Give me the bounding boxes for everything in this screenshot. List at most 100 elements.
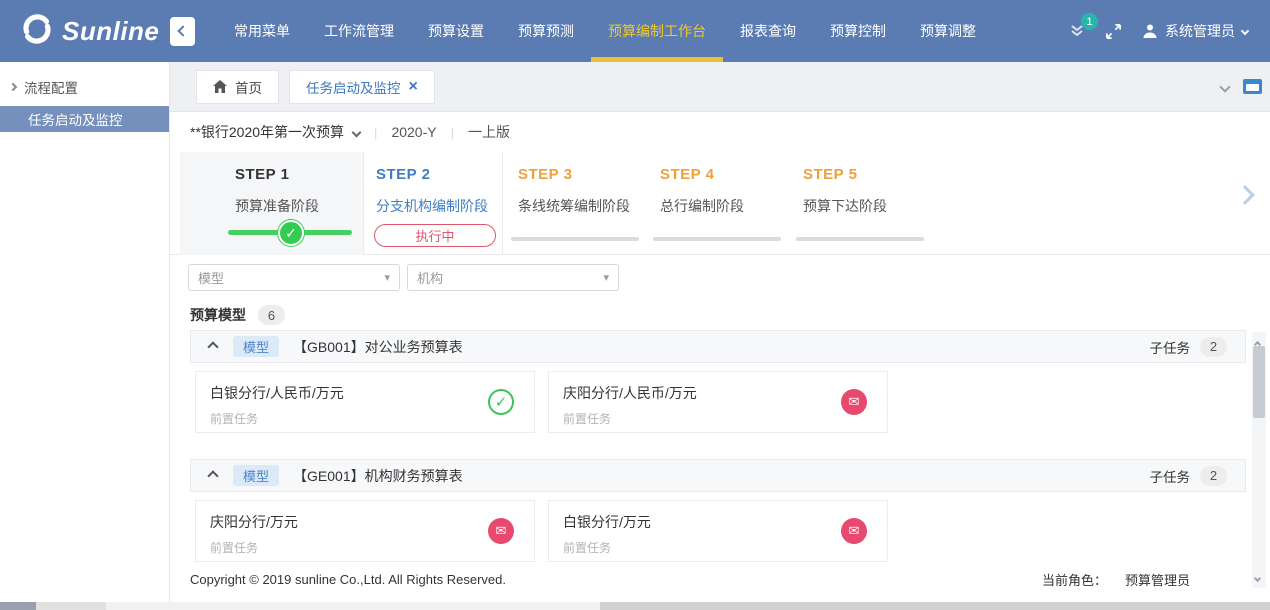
home-icon [213,80,227,93]
step-progress-pending [511,237,639,241]
user-menu[interactable]: 系统管理员 [1142,21,1248,41]
budget-selector[interactable]: **银行2020年第一次预算 [190,122,360,142]
separator: | [451,125,454,140]
vertical-scrollbar[interactable] [1252,332,1266,588]
sidebar-item-label: 任务启动及监控 [28,109,123,129]
card-title: 白银分行/万元 [563,512,873,532]
sidebar-item-process-config[interactable]: 流程配置 [0,74,169,100]
footer: Copyright © 2019 sunline Co.,Ltd. All Ri… [170,564,1270,594]
model-count-badge: 6 [258,305,285,325]
sidebar-item-task-monitor[interactable]: 任务启动及监控 [0,106,169,132]
app-window: Sunline 常用菜单 工作流管理 预算设置 预算预测 预算编制工作台 报表查… [0,0,1270,610]
copyright-text: Copyright © 2019 sunline Co.,Ltd. All Ri… [190,572,506,587]
horizontal-scrollbar[interactable] [0,602,1270,610]
steps-next-button[interactable] [1238,188,1252,207]
tab-task-monitor[interactable]: 任务启动及监控 × [289,70,435,104]
collapse-chevron-icon[interactable] [207,341,218,352]
menu-item-changyong[interactable]: 常用菜单 [217,0,307,62]
subtask-count-badge: 2 [1200,337,1227,357]
menu-item-report-query[interactable]: 报表查询 [723,0,813,62]
card-row: 白银分行/人民币/万元 前置任务 ✓ 庆阳分行/人民币/万元 前置任务 ✉ [190,363,1246,433]
scroll-track-segment [36,602,106,610]
group-title: 【GE001】机构财务预算表 [293,466,463,486]
step-name: 总行编制阶段 [660,196,788,216]
task-card[interactable]: 白银分行/万元 前置任务 ✉ [548,500,888,562]
mail-status-icon: ✉ [488,518,514,544]
step-name: 预算下达阶段 [803,196,930,216]
chevron-down-icon [352,127,362,137]
menu-item-budget-adjust[interactable]: 预算调整 [903,0,993,62]
subtask-label: 子任务 [1150,466,1191,486]
model-section-header: 预算模型 6 [170,300,1270,330]
model-group-ge001: 模型 【GE001】机构财务预算表 子任务 2 庆阳分行/万元 前置任务 ✉ 白… [190,459,1246,562]
step-5[interactable]: STEP 5 预算下达阶段 [788,152,930,255]
card-subtitle: 前置任务 [210,539,520,556]
menu-item-workflow[interactable]: 工作流管理 [307,0,411,62]
group-header[interactable]: 模型 【GB001】对公业务预算表 子任务 2 [190,330,1246,363]
model-group-gb001: 模型 【GB001】对公业务预算表 子任务 2 白银分行/人民币/万元 前置任务… [190,330,1246,433]
model-tag: 模型 [233,465,279,486]
card-subtitle: 前置任务 [210,410,520,427]
sidebar-item-label: 流程配置 [24,77,78,97]
logo-swirl-icon [20,12,54,51]
chevron-right-icon [9,83,17,91]
filter-row: 模型 ▾ 机构 ▾ [170,255,1270,300]
org-filter-dropdown[interactable]: 机构 ▾ [407,264,619,291]
card-row: 庆阳分行/万元 前置任务 ✉ 白银分行/万元 前置任务 ✉ [190,492,1246,562]
collapse-chevron-icon[interactable] [207,470,218,481]
step-4[interactable]: STEP 4 总行编制阶段 [645,152,788,255]
menu-item-budget-forecast[interactable]: 预算预测 [501,0,591,62]
main-menu: 常用菜单 工作流管理 预算设置 预算预测 预算编制工作台 报表查询 预算控制 预… [217,0,993,62]
notifications-toggle[interactable]: 1 [1069,24,1085,38]
subtask-count-badge: 2 [1200,466,1227,486]
tab-bar: 首页 任务启动及监控 × [170,62,1270,112]
card-title: 白银分行/人民币/万元 [210,383,520,403]
tab-label: 首页 [235,77,262,97]
section-title: 预算模型 [190,305,246,325]
task-card[interactable]: 庆阳分行/人民币/万元 前置任务 ✉ [548,371,888,433]
step-2[interactable]: STEP 2 分支机构编制阶段 执行中 [363,152,503,255]
user-icon [1142,23,1158,39]
navbar-right-tools: 1 系统管理员 [1069,21,1270,41]
dropdown-placeholder: 模型 [198,268,224,287]
subtask-label: 子任务 [1150,337,1191,357]
card-title: 庆阳分行/人民币/万元 [563,383,873,403]
group-header[interactable]: 模型 【GE001】机构财务预算表 子任务 2 [190,459,1246,492]
step-3[interactable]: STEP 3 条线统筹编制阶段 [503,152,645,255]
tab-list-chevron-icon[interactable] [1219,81,1230,92]
collapse-sidebar-button[interactable] [170,17,195,46]
left-sidebar: 流程配置 任务启动及监控 [0,62,170,602]
logo-text: Sunline [62,16,159,47]
step-number: STEP 3 [518,166,645,183]
card-subtitle: 前置任务 [563,539,873,556]
step-number: STEP 4 [660,166,788,183]
fullscreen-button[interactable] [1105,23,1122,40]
notification-badge: 1 [1081,13,1098,30]
budget-name: **银行2020年第一次预算 [190,122,344,142]
model-filter-dropdown[interactable]: 模型 ▾ [188,264,400,291]
menu-item-budget-control[interactable]: 预算控制 [813,0,903,62]
model-tag: 模型 [233,336,279,357]
tab-close-icon[interactable]: × [409,79,418,95]
scroll-down-icon[interactable] [1254,575,1261,582]
menu-item-budget-workbench[interactable]: 预算编制工作台 [591,0,723,62]
caret-down-icon: ▾ [384,271,390,284]
vertical-scroll-thumb[interactable] [1253,346,1265,418]
step-1[interactable]: STEP 1 预算准备阶段 ✓ [180,152,363,255]
window-layout-icon[interactable] [1243,79,1262,94]
horizontal-scroll-thumb[interactable] [600,602,1270,610]
expand-arrows-icon [1105,23,1122,40]
tab-label: 任务启动及监控 [306,77,401,97]
step-status-pill: 执行中 [374,224,496,247]
mail-status-icon: ✉ [841,389,867,415]
sidebar-scroll-thumb[interactable] [0,602,36,610]
task-card[interactable]: 白银分行/人民币/万元 前置任务 ✓ [195,371,535,433]
card-subtitle: 前置任务 [563,410,873,427]
step-number: STEP 5 [803,166,930,183]
menu-item-budget-settings[interactable]: 预算设置 [411,0,501,62]
tab-home[interactable]: 首页 [196,70,279,104]
step-name: 分支机构编制阶段 [376,196,502,216]
step-progress-pending [796,237,924,241]
chevron-down-icon [1241,27,1249,35]
task-card[interactable]: 庆阳分行/万元 前置任务 ✉ [195,500,535,562]
